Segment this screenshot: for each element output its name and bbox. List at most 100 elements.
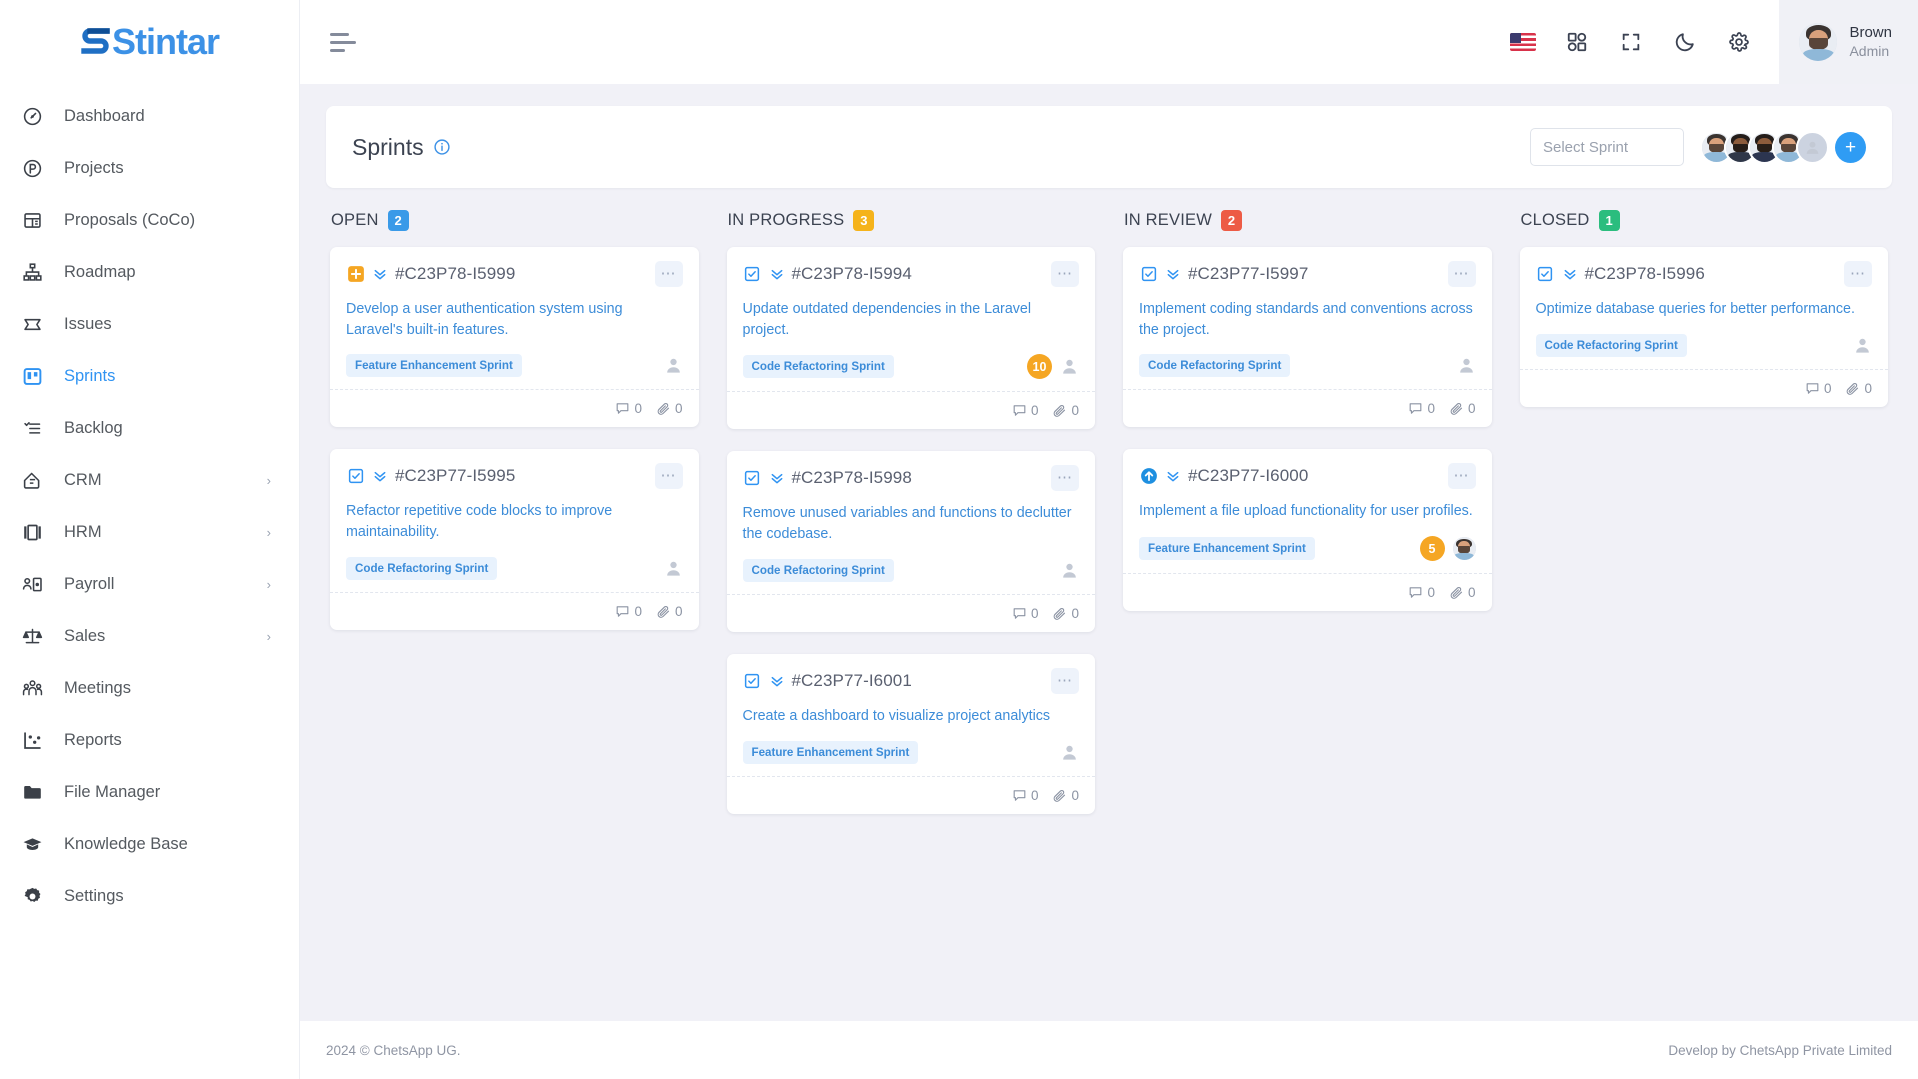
- card-more-options-button[interactable]: ⋯: [654, 463, 683, 490]
- sidebar-item-proposals[interactable]: Proposals (CoCo): [0, 194, 299, 246]
- sidebar-label: File Manager: [64, 782, 161, 801]
- app-root: Stintar Dashboard Projects Proposals (Co…: [0, 0, 1918, 1079]
- sidebar-item-settings[interactable]: Settings: [0, 870, 299, 922]
- assignee-placeholder-icon[interactable]: [1060, 561, 1079, 580]
- sidebar-item-backlog[interactable]: Backlog: [0, 402, 299, 454]
- assignee-avatar[interactable]: [1452, 537, 1476, 561]
- hamburger-icon[interactable]: [330, 32, 360, 52]
- board-card[interactable]: #C23P78-I5998 ⋯ Remove unused variables …: [726, 451, 1095, 632]
- sidebar-label: Settings: [64, 886, 124, 905]
- card-attachments[interactable]: 0: [656, 401, 683, 416]
- sales-icon: [22, 625, 48, 647]
- card-comments[interactable]: 0: [1805, 381, 1831, 396]
- card-attachments[interactable]: 0: [656, 604, 683, 619]
- sidebar-item-crm[interactable]: CRM ›: [0, 454, 299, 506]
- board-card[interactable]: #C23P77-I6000 ⋯ Implement a file upload …: [1123, 449, 1492, 612]
- apps-grid-icon[interactable]: [1563, 28, 1591, 56]
- sidebar-item-sprints[interactable]: Sprints: [0, 350, 299, 402]
- sidebar-item-dashboard[interactable]: Dashboard: [0, 90, 299, 142]
- card-comments[interactable]: 0: [615, 401, 642, 416]
- card-comments[interactable]: 0: [1012, 403, 1038, 418]
- assignee-placeholder-icon[interactable]: [1060, 743, 1079, 762]
- sidebar-item-knowledge-base[interactable]: Knowledge Base: [0, 818, 299, 870]
- board-card[interactable]: #C23P77-I5997 ⋯ Implement coding standar…: [1123, 247, 1492, 428]
- speedometer-icon: [22, 105, 48, 127]
- card-more-options-button[interactable]: ⋯: [1051, 667, 1079, 694]
- sidebar-item-issues[interactable]: Issues: [0, 298, 299, 350]
- sidebar-item-file-manager[interactable]: File Manager: [0, 766, 299, 818]
- card-attachments[interactable]: 0: [1449, 585, 1476, 600]
- sidebar-item-hrm[interactable]: HRM ›: [0, 506, 299, 558]
- sidebar-item-roadmap[interactable]: Roadmap: [0, 246, 299, 298]
- card-id: #C23P77-I5997: [1188, 264, 1309, 283]
- card-sprint-tag: Feature Enhancement Sprint: [1139, 537, 1315, 561]
- info-icon[interactable]: [433, 138, 451, 156]
- board-card[interactable]: #C23P78-I5996 ⋯ Optimize database querie…: [1519, 247, 1888, 407]
- fullscreen-icon[interactable]: [1617, 28, 1645, 56]
- meetings-icon: [22, 677, 48, 699]
- sidebar-label: Projects: [64, 158, 124, 177]
- user-profile-menu[interactable]: Brown Admin: [1779, 0, 1918, 84]
- select-sprint-placeholder: Select Sprint: [1543, 138, 1629, 156]
- assignee-placeholder-icon[interactable]: [664, 559, 683, 578]
- column-count-badge: 2: [387, 210, 409, 231]
- board-card[interactable]: #C23P77-I5995 ⋯ Refactor repetitive code…: [330, 449, 699, 630]
- proposal-icon: [22, 209, 48, 231]
- gear-icon[interactable]: [1725, 28, 1753, 56]
- card-attachments[interactable]: 0: [1052, 606, 1079, 621]
- arrow-up-circle-icon: [1139, 467, 1158, 486]
- avatar: [1799, 23, 1838, 61]
- double-chevron-down-icon: [372, 468, 388, 484]
- card-description: Refactor repetitive code blocks to impro…: [346, 503, 613, 541]
- column-header: IN PROGRESS 3: [727, 210, 1096, 231]
- profile-name: Brown: [1849, 23, 1892, 41]
- card-attachments[interactable]: 0: [1845, 381, 1872, 396]
- assignee-placeholder-icon[interactable]: [1060, 357, 1079, 376]
- flag-us-icon[interactable]: [1509, 28, 1537, 56]
- assignee-placeholder-icon[interactable]: [1853, 336, 1872, 355]
- dark-mode-moon-icon[interactable]: [1671, 28, 1699, 56]
- reports-icon: [22, 729, 48, 751]
- card-id: #C23P78-I5996: [1584, 264, 1705, 283]
- card-attachments[interactable]: 0: [1449, 401, 1476, 416]
- select-sprint-input[interactable]: Select Sprint: [1530, 128, 1684, 166]
- sidebar-item-meetings[interactable]: Meetings: [0, 662, 299, 714]
- brand-logo[interactable]: Stintar: [0, 0, 299, 84]
- sidebar-label: CRM: [64, 470, 102, 489]
- sidebar: Stintar Dashboard Projects Proposals (Co…: [0, 0, 300, 1079]
- card-description: Implement coding standards and conventio…: [1139, 301, 1473, 338]
- card-more-options-button[interactable]: ⋯: [1447, 463, 1476, 490]
- add-member-button[interactable]: +: [1835, 131, 1866, 163]
- task-clipboard-icon: [1139, 265, 1158, 284]
- sidebar-item-sales[interactable]: Sales ›: [0, 610, 299, 662]
- card-comments[interactable]: 0: [615, 604, 642, 619]
- card-sprint-tag: Code Refactoring Sprint: [346, 556, 498, 580]
- board-card[interactable]: #C23P78-I5999 ⋯ Develop a user authentic…: [330, 247, 699, 428]
- assignee-placeholder-icon[interactable]: [1457, 356, 1476, 375]
- card-comments[interactable]: 0: [1408, 401, 1435, 416]
- sidebar-label: Dashboard: [64, 106, 145, 125]
- double-chevron-down-icon: [769, 266, 785, 282]
- card-comments-count: 0: [634, 603, 642, 619]
- card-comments[interactable]: 0: [1012, 788, 1038, 803]
- card-comments[interactable]: 0: [1408, 585, 1435, 600]
- page-title-wrap: Sprints: [352, 134, 451, 161]
- sidebar-item-projects[interactable]: Projects: [0, 142, 299, 194]
- member-avatar-placeholder[interactable]: [1796, 130, 1829, 164]
- card-more-options-button[interactable]: ⋯: [654, 261, 683, 287]
- card-attachments[interactable]: 0: [1052, 788, 1079, 803]
- board-card[interactable]: #C23P77-I6001 ⋯ Create a dashboard to vi…: [726, 653, 1095, 814]
- card-comments[interactable]: 0: [1012, 606, 1038, 621]
- card-more-options-button[interactable]: ⋯: [1447, 261, 1476, 287]
- card-sprint-tag: Feature Enhancement Sprint: [742, 740, 919, 764]
- card-more-options-button[interactable]: ⋯: [1051, 465, 1079, 492]
- card-attachments[interactable]: 0: [1052, 403, 1079, 418]
- board-card[interactable]: #C23P78-I5994 ⋯ Update outdated dependen…: [726, 247, 1095, 430]
- assignee-placeholder-icon[interactable]: [664, 356, 683, 375]
- card-more-options-button[interactable]: ⋯: [1844, 261, 1872, 287]
- sidebar-label: Proposals (CoCo): [64, 210, 196, 229]
- sidebar-item-reports[interactable]: Reports: [0, 714, 299, 766]
- sidebar-item-payroll[interactable]: Payroll ›: [0, 558, 299, 610]
- card-more-options-button[interactable]: ⋯: [1051, 261, 1079, 287]
- page-title: Sprints: [352, 133, 424, 160]
